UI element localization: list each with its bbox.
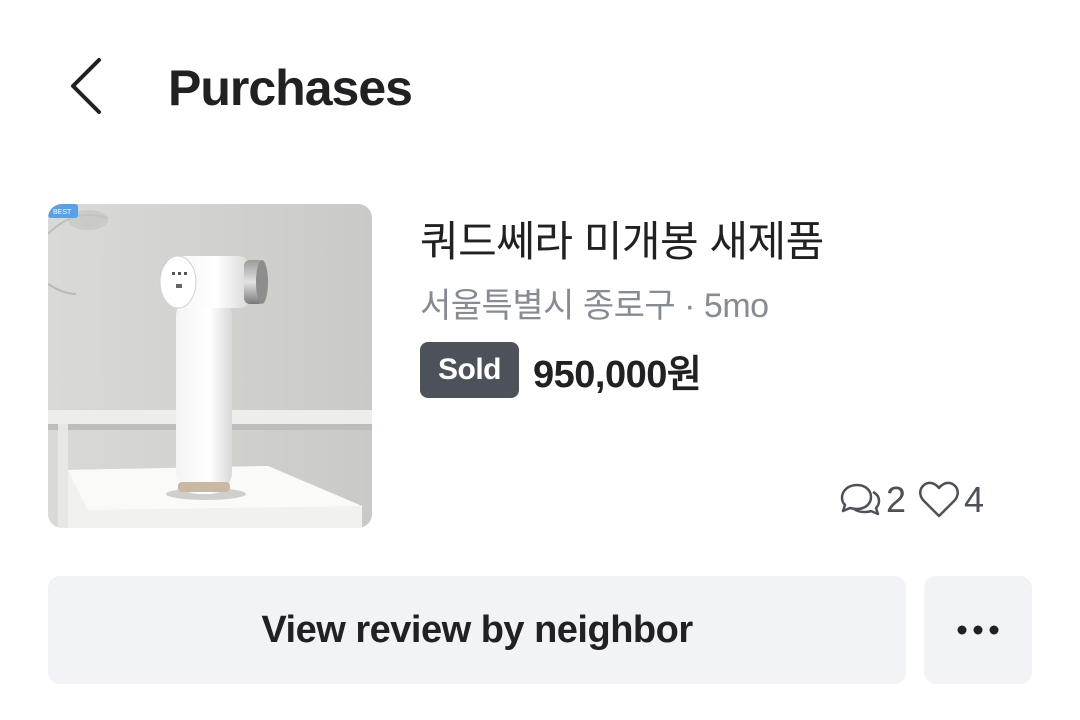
like-count: 4 xyxy=(963,479,984,520)
price-row: Sold 950,000원 xyxy=(420,342,702,398)
purchase-item-card[interactable]: BEST 쿼드쎄라 미개봉 새제품 서울특별시 종로구 · 5mo Sold 9… xyxy=(48,204,1032,534)
engagement-counts: 2 4 xyxy=(838,478,984,522)
comment-count: 2 xyxy=(885,479,906,520)
page-title: Purchases xyxy=(168,60,413,116)
more-horizontal-icon xyxy=(956,624,1000,636)
item-location: 서울특별시 종로구 xyxy=(420,287,676,325)
chevron-left-icon xyxy=(67,56,107,116)
status-badge: Sold xyxy=(420,342,519,398)
view-review-button[interactable]: View review by neighbor xyxy=(48,576,906,684)
item-time-ago: 5mo xyxy=(703,287,769,325)
meta-separator: · xyxy=(675,287,704,325)
item-title: 쿼드쎄라 미개봉 새제품 xyxy=(420,218,824,265)
item-meta: 서울특별시 종로구 · 5mo xyxy=(420,284,769,328)
thumbnail-badge-text: BEST xyxy=(53,209,72,216)
app-header: Purchases xyxy=(0,0,1080,170)
heart-outline-icon xyxy=(918,481,960,519)
product-thumbnail[interactable]: BEST xyxy=(48,204,372,528)
back-button[interactable] xyxy=(52,48,122,124)
more-options-button[interactable] xyxy=(924,576,1032,684)
chat-bubbles-icon xyxy=(838,480,882,520)
item-price: 950,000원 xyxy=(533,353,702,396)
